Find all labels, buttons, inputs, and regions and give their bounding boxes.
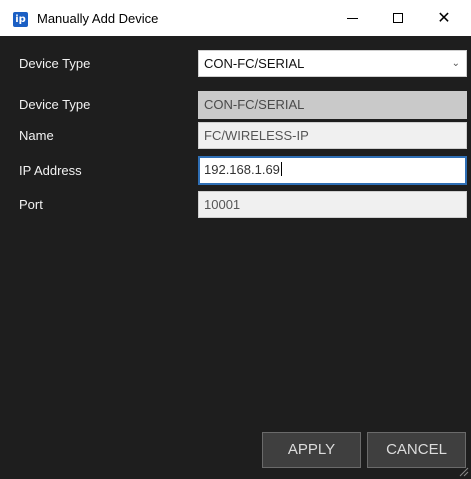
name-input-value: FC/WIRELESS-IP <box>204 128 309 143</box>
maximize-icon <box>393 13 403 23</box>
close-icon: ✕ <box>437 8 451 27</box>
ip-address-label: IP Address <box>19 163 82 178</box>
close-button[interactable]: ✕ <box>421 0 467 36</box>
port-label: Port <box>19 197 43 212</box>
ip-address-input-value: 192.168.1.69 <box>204 162 280 177</box>
ip-address-input[interactable]: 192.168.1.69 <box>198 156 467 185</box>
maximize-button[interactable] <box>375 0 421 36</box>
device-type-dropdown[interactable]: CON-FC/SERIAL ⌄ <box>198 50 467 77</box>
device-type-label: Device Type <box>19 97 91 112</box>
device-type-dropdown-value: CON-FC/SERIAL <box>204 56 305 71</box>
device-type-select-label: Device Type <box>19 56 91 71</box>
name-input[interactable]: FC/WIRELESS-IP <box>198 122 467 149</box>
name-label: Name <box>19 128 54 143</box>
app-icon: ip <box>13 12 28 27</box>
apply-button[interactable]: APPLY <box>262 432 361 468</box>
chevron-down-icon: ⌄ <box>451 58 460 69</box>
port-input-value: 10001 <box>204 197 241 212</box>
dialog-content: Device Type CON-FC/SERIAL ⌄ Device Type … <box>0 36 471 479</box>
text-caret <box>280 162 282 176</box>
device-type-field: CON-FC/SERIAL <box>198 91 467 119</box>
minimize-button[interactable] <box>329 0 375 36</box>
title-bar: ip Manually Add Device ✕ <box>0 0 471 36</box>
resize-grip-icon[interactable] <box>459 467 469 477</box>
cancel-button[interactable]: CANCEL <box>367 432 466 468</box>
port-input[interactable]: 10001 <box>198 191 467 218</box>
window-title: Manually Add Device <box>37 11 159 26</box>
minimize-icon <box>346 17 358 19</box>
